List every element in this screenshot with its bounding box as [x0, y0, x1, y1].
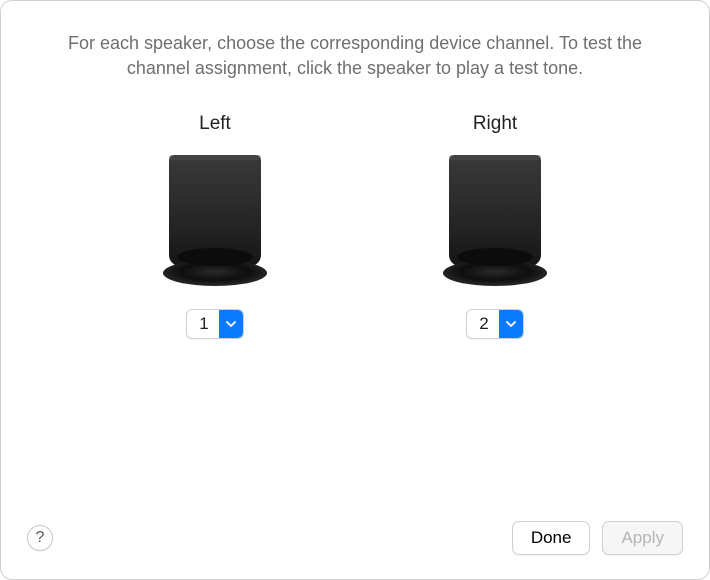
speaker-icon: [435, 155, 555, 287]
speaker-icon: [155, 155, 275, 287]
speaker-label-right: Right: [473, 113, 517, 135]
chevron-down-icon: [219, 310, 243, 338]
footer: ? Done Apply: [27, 521, 683, 555]
channel-value-left: 1: [187, 314, 218, 334]
chevron-down-icon: [499, 310, 523, 338]
speakers-row: Left: [41, 113, 669, 339]
done-button[interactable]: Done: [512, 521, 591, 555]
speaker-column-right: Right: [435, 113, 555, 339]
channel-select-right[interactable]: 2: [466, 309, 523, 339]
footer-buttons: Done Apply: [512, 521, 683, 555]
speaker-column-left: Left: [155, 113, 275, 339]
apply-button: Apply: [602, 521, 683, 555]
channel-select-left[interactable]: 1: [186, 309, 243, 339]
channel-value-right: 2: [467, 314, 498, 334]
speaker-icon-left[interactable]: [155, 155, 275, 287]
instruction-text: For each speaker, choose the correspondi…: [41, 31, 669, 81]
speaker-label-left: Left: [199, 113, 231, 135]
help-button[interactable]: ?: [27, 525, 53, 551]
speaker-icon-right[interactable]: [435, 155, 555, 287]
